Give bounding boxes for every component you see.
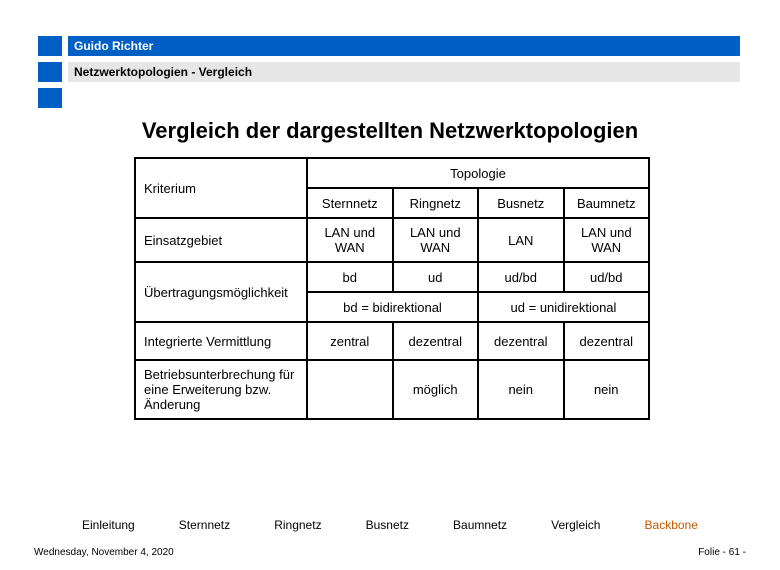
- dir-ringnetz: ud: [393, 262, 479, 292]
- unterbrechung-baumnetz: nein: [564, 360, 650, 419]
- note-bd: bd = bidirektional: [307, 292, 478, 322]
- author-bar: Guido Richter: [68, 36, 740, 56]
- unterbrechung-ringnetz: möglich: [393, 360, 479, 419]
- footer-nav: Einleitung Sternnetz Ringnetz Busnetz Ba…: [0, 518, 780, 532]
- nav-backbone[interactable]: Backbone: [645, 518, 698, 532]
- dir-busnetz: ud/bd: [478, 262, 564, 292]
- row-unterbrechung-label: Betriebsunterbrechung für eine Erweiteru…: [135, 360, 307, 419]
- vermittlung-sternnetz: zentral: [307, 322, 393, 360]
- nav-einleitung[interactable]: Einleitung: [82, 518, 135, 532]
- nav-baumnetz[interactable]: Baumnetz: [453, 518, 507, 532]
- dir-baumnetz: ud/bd: [564, 262, 650, 292]
- einsatz-sternnetz: LAN und WAN: [307, 218, 393, 262]
- comparison-table: Kriterium Topologie Sternnetz Ringnetz B…: [134, 157, 650, 420]
- einsatz-busnetz: LAN: [478, 218, 564, 262]
- col-baumnetz: Baumnetz: [564, 188, 650, 218]
- nav-vergleich[interactable]: Vergleich: [551, 518, 600, 532]
- einsatz-ringnetz: LAN und WAN: [393, 218, 479, 262]
- row-einsatz-label: Einsatzgebiet: [135, 218, 307, 262]
- topology-header: Topologie: [307, 158, 649, 188]
- row-uebertragung-label: Übertragungsmöglichkeit: [135, 262, 307, 322]
- nav-ringnetz[interactable]: Ringnetz: [274, 518, 321, 532]
- footer-date: Wednesday, November 4, 2020: [34, 547, 174, 558]
- einsatz-baumnetz: LAN und WAN: [564, 218, 650, 262]
- accent-square-2: [38, 62, 62, 82]
- vermittlung-busnetz: dezentral: [478, 322, 564, 360]
- unterbrechung-busnetz: nein: [478, 360, 564, 419]
- vermittlung-baumnetz: dezentral: [564, 322, 650, 360]
- breadcrumb-text: Netzwerktopologien - Vergleich: [74, 65, 252, 79]
- note-ud: ud = unidirektional: [478, 292, 649, 322]
- page-title: Vergleich der dargestellten Netzwerktopo…: [0, 118, 780, 144]
- col-ringnetz: Ringnetz: [393, 188, 479, 218]
- accent-square-1: [38, 36, 62, 56]
- vermittlung-ringnetz: dezentral: [393, 322, 479, 360]
- dir-sternnetz: bd: [307, 262, 393, 292]
- nav-sternnetz[interactable]: Sternnetz: [179, 518, 230, 532]
- accent-square-3: [38, 88, 62, 108]
- footer-page: Folie - 61 -: [698, 547, 746, 558]
- row-vermittlung-label: Integrierte Vermittlung: [135, 322, 307, 360]
- author-text: Guido Richter: [74, 39, 153, 53]
- breadcrumb-bar: Netzwerktopologien - Vergleich: [68, 62, 740, 82]
- nav-busnetz[interactable]: Busnetz: [366, 518, 409, 532]
- criterion-header: Kriterium: [135, 158, 307, 218]
- col-busnetz: Busnetz: [478, 188, 564, 218]
- unterbrechung-sternnetz: [307, 360, 393, 419]
- col-sternnetz: Sternnetz: [307, 188, 393, 218]
